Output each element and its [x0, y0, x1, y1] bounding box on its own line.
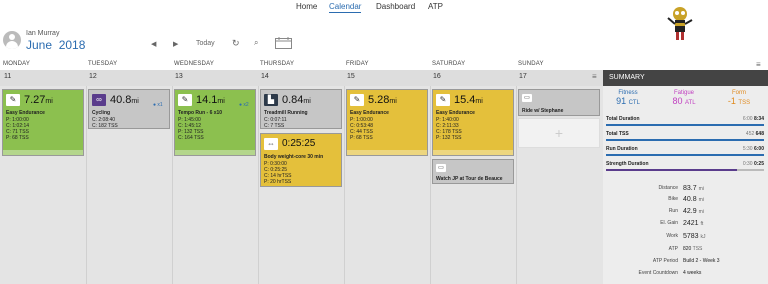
- day-header-fri: FRIDAY: [346, 61, 369, 67]
- date-13: 13: [175, 73, 183, 80]
- run-icon: ✎: [350, 94, 364, 106]
- user-name: Ian Murray: [26, 30, 60, 37]
- stat-distance: Distance 83.7 mi: [658, 185, 704, 192]
- day-header-sun: SUNDAY: [518, 61, 544, 67]
- stat-run: Run 42.9 mi: [668, 208, 704, 215]
- run-icon: ✎: [436, 94, 450, 106]
- avatar[interactable]: [3, 31, 21, 49]
- fatigue-metric: Fatigue 80 ATL: [672, 90, 696, 106]
- month-title: June 2018: [26, 38, 86, 52]
- summary-row-strength-duration: Strength Duration 0:30 0:25: [606, 161, 764, 171]
- event-icon: ▭: [436, 164, 446, 172]
- add-workout-button[interactable]: +: [518, 118, 600, 148]
- mascot-logo: [667, 7, 693, 40]
- event-icon: ▭: [522, 94, 532, 102]
- event-card[interactable]: ▭ Watch JP at Tour de Beauce: [432, 159, 514, 184]
- nav-dashboard[interactable]: Dashboard: [376, 2, 415, 11]
- stat-event-countdown: Event Countdown 4 weeks: [638, 270, 702, 276]
- date-14: 14: [261, 73, 269, 80]
- date-16: 16: [433, 73, 441, 80]
- stat-elevation-gain: El. Gain 2421 ft: [660, 220, 704, 227]
- summary-menu-icon[interactable]: ≡: [756, 60, 761, 69]
- stat-atp-period: ATP Period Build 2 - Week 3: [652, 258, 720, 264]
- workout-card[interactable]: ✎ 5.28mi Easy Endurance P: 1:00:00 C: 0:…: [346, 89, 428, 156]
- fitness-metric: Fitness 91 CTL: [616, 90, 640, 106]
- today-button[interactable]: Today: [196, 40, 215, 47]
- bike-icon: ∞: [92, 94, 106, 106]
- week-menu-icon[interactable]: ≡: [592, 72, 597, 81]
- nav-home[interactable]: Home: [296, 2, 317, 11]
- nav-atp[interactable]: ATP: [428, 2, 443, 11]
- treadmill-icon: ▙: [264, 94, 278, 106]
- day-header-mon: MONDAY: [3, 61, 31, 67]
- day-header-tue: TUESDAY: [88, 61, 118, 67]
- prev-arrow-icon[interactable]: ◀: [151, 40, 156, 48]
- day-header-wed: WEDNESDAY: [174, 61, 215, 67]
- stat-bike: Bike 40.8 mi: [668, 196, 704, 203]
- form-metric: Form -1 TSS: [727, 90, 751, 106]
- summary-row-run-duration: Run Duration 5:30 6:00: [606, 146, 764, 156]
- date-11: 11: [4, 73, 12, 80]
- top-nav: Home Calendar Dashboard ATP: [0, 0, 768, 14]
- stat-work: Work 5783 kJ: [666, 233, 706, 240]
- workout-card[interactable]: ✎ 15.4mi Easy Endurance P: 1:40:00 C: 2:…: [432, 89, 514, 156]
- comment-badge: ● x2: [239, 102, 249, 108]
- workout-card[interactable]: ∞ 40.8mi ● x1 Cycling C: 2:08:40 C: 182 …: [88, 89, 170, 129]
- summary-row-total-duration: Total Duration 6:00 8:34: [606, 116, 764, 126]
- refresh-icon[interactable]: ↻: [232, 38, 240, 49]
- comment-badge: ● x1: [153, 102, 163, 108]
- strength-icon: ⇔: [264, 138, 278, 150]
- workout-card[interactable]: ⇔ 0:25:25 Body weight-core 30 min P: 0:3…: [260, 133, 342, 187]
- run-icon: ✎: [6, 94, 20, 106]
- nav-calendar[interactable]: Calendar: [329, 2, 362, 13]
- workout-card[interactable]: ✎ 7.27mi Easy Endurance P: 1:00:00 C: 1:…: [2, 89, 84, 156]
- stat-atp: ATP 820 TSS: [668, 246, 703, 252]
- workout-card[interactable]: ▙ 0.84mi Treadmill Running C: 0:07:11 C:…: [260, 89, 342, 129]
- workout-card[interactable]: ✎ 14.1mi ● x2 Tempo Run - 6 x10 P: 1:45:…: [174, 89, 256, 156]
- summary-title: SUMMARY: [603, 70, 768, 86]
- day-header-sat: SATURDAY: [432, 61, 466, 67]
- day-header-thu: THURSDAY: [260, 61, 295, 67]
- date-15: 15: [347, 73, 355, 80]
- event-card[interactable]: ▭ Ride w/ Stephane: [518, 89, 600, 116]
- run-icon: ✎: [178, 94, 192, 106]
- date-12: 12: [89, 73, 97, 80]
- date-17: 17: [519, 73, 527, 80]
- calendar-icon[interactable]: [275, 37, 292, 49]
- summary-row-total-tss: Total TSS 452 648: [606, 131, 764, 141]
- search-icon[interactable]: ⌕: [254, 38, 258, 48]
- next-arrow-icon[interactable]: ▶: [173, 40, 178, 48]
